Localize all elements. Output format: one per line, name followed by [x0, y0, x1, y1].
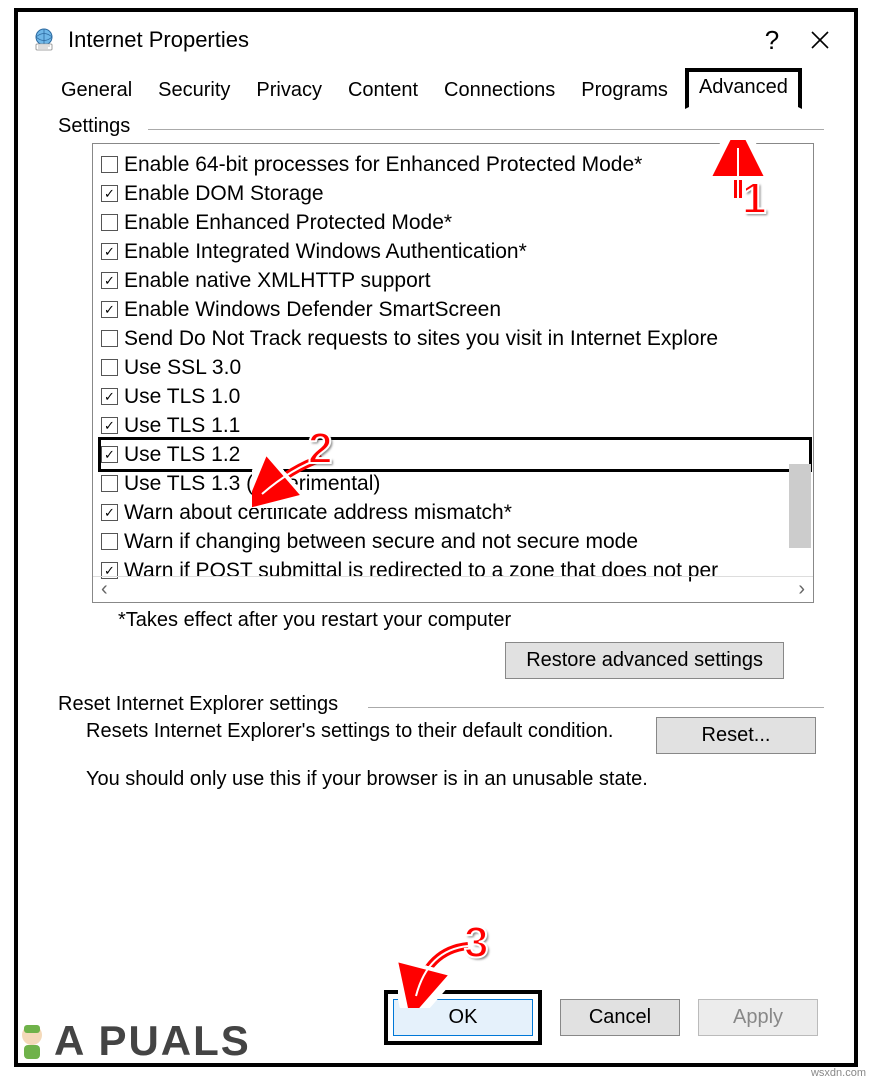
- setting-label: Warn about certificate address mismatch*: [124, 498, 512, 527]
- setting-row[interactable]: Enable native XMLHTTP support: [101, 266, 809, 295]
- window-title: Internet Properties: [68, 27, 249, 53]
- checkbox[interactable]: [101, 272, 118, 289]
- dialog-button-row: OK Cancel Apply: [384, 990, 818, 1045]
- setting-label: Enable DOM Storage: [124, 179, 324, 208]
- setting-row[interactable]: Enable DOM Storage: [101, 179, 809, 208]
- scroll-left-icon[interactable]: ‹: [101, 578, 108, 601]
- cancel-button[interactable]: Cancel: [560, 999, 680, 1036]
- setting-row[interactable]: Use TLS 1.1: [101, 411, 809, 440]
- setting-label: Enable Integrated Windows Authentication…: [124, 237, 527, 266]
- reset-caution-text: You should only use this if your browser…: [86, 768, 824, 791]
- reset-group-label: Reset Internet Explorer settings: [58, 693, 346, 716]
- site-credit: wsxdn.com: [811, 1067, 866, 1079]
- setting-label: Use TLS 1.1: [124, 411, 240, 440]
- restore-advanced-settings-button[interactable]: Restore advanced settings: [505, 642, 784, 679]
- setting-label: Send Do Not Track requests to sites you …: [124, 324, 718, 353]
- settings-list-box: Enable 64-bit processes for Enhanced Pro…: [92, 143, 814, 603]
- checkbox[interactable]: [101, 388, 118, 405]
- close-button[interactable]: [796, 18, 844, 62]
- tab-programs[interactable]: Programs: [568, 72, 681, 109]
- setting-row[interactable]: Use TLS 1.2: [98, 437, 812, 472]
- tab-privacy[interactable]: Privacy: [243, 72, 335, 109]
- setting-row[interactable]: Warn about certificate address mismatch*: [101, 498, 809, 527]
- checkbox[interactable]: [101, 214, 118, 231]
- reset-description: Resets Internet Explorer's settings to t…: [58, 717, 656, 745]
- tab-content[interactable]: Content: [335, 72, 431, 109]
- checkbox[interactable]: [101, 446, 118, 463]
- checkbox[interactable]: [101, 156, 118, 173]
- horizontal-scrollbar[interactable]: ‹ ›: [93, 576, 813, 602]
- checkbox[interactable]: [101, 533, 118, 550]
- ok-button[interactable]: OK: [393, 999, 533, 1036]
- tab-strip: General Security Privacy Content Connect…: [48, 72, 840, 109]
- apply-button[interactable]: Apply: [698, 999, 818, 1036]
- setting-label: Enable Enhanced Protected Mode*: [124, 208, 452, 237]
- setting-row[interactable]: Enable 64-bit processes for Enhanced Pro…: [101, 150, 809, 179]
- setting-row[interactable]: Use SSL 3.0: [101, 353, 809, 382]
- setting-label: Use TLS 1.3 (experimental): [124, 469, 380, 498]
- setting-row[interactable]: Use TLS 1.0: [101, 382, 809, 411]
- setting-row[interactable]: Enable Integrated Windows Authentication…: [101, 237, 809, 266]
- checkbox[interactable]: [101, 504, 118, 521]
- setting-row[interactable]: Enable Enhanced Protected Mode*: [101, 208, 809, 237]
- setting-label: Enable 64-bit processes for Enhanced Pro…: [124, 150, 642, 179]
- setting-label: Enable native XMLHTTP support: [124, 266, 431, 295]
- dialog-frame: Internet Properties ? General Security P…: [14, 8, 858, 1067]
- setting-label: Warn if changing between secure and not …: [124, 527, 638, 556]
- tab-general[interactable]: General: [48, 72, 145, 109]
- checkbox[interactable]: [101, 359, 118, 376]
- internet-options-icon: [30, 26, 58, 54]
- setting-label: Use TLS 1.2: [124, 440, 240, 469]
- titlebar: Internet Properties ?: [18, 12, 854, 64]
- checkbox[interactable]: [101, 301, 118, 318]
- settings-footnote: *Takes effect after you restart your com…: [118, 609, 824, 632]
- help-button[interactable]: ?: [748, 18, 796, 62]
- watermark-logo: A PUALS: [10, 1017, 251, 1065]
- checkbox[interactable]: [101, 417, 118, 434]
- reset-group: Reset Internet Explorer settings Resets …: [58, 697, 824, 754]
- checkbox[interactable]: [101, 475, 118, 492]
- setting-label: Use TLS 1.0: [124, 382, 240, 411]
- scroll-right-icon[interactable]: ›: [798, 578, 805, 601]
- settings-group: Settings Enable 64-bit processes for Enh…: [58, 119, 824, 679]
- checkbox[interactable]: [101, 185, 118, 202]
- checkbox[interactable]: [101, 330, 118, 347]
- tab-connections[interactable]: Connections: [431, 72, 568, 109]
- ok-button-highlight: OK: [384, 990, 542, 1045]
- setting-row[interactable]: Warn if changing between secure and not …: [101, 527, 809, 556]
- setting-row[interactable]: Enable Windows Defender SmartScreen: [101, 295, 809, 324]
- setting-row[interactable]: Use TLS 1.3 (experimental): [101, 469, 809, 498]
- tab-advanced[interactable]: Advanced: [685, 68, 802, 109]
- tab-security[interactable]: Security: [145, 72, 243, 109]
- setting-row[interactable]: Send Do Not Track requests to sites you …: [101, 324, 809, 353]
- settings-group-label: Settings: [58, 115, 138, 138]
- checkbox[interactable]: [101, 243, 118, 260]
- setting-label: Enable Windows Defender SmartScreen: [124, 295, 501, 324]
- vertical-scrollbar-thumb[interactable]: [789, 464, 811, 548]
- setting-label: Use SSL 3.0: [124, 353, 241, 382]
- reset-button[interactable]: Reset...: [656, 717, 816, 754]
